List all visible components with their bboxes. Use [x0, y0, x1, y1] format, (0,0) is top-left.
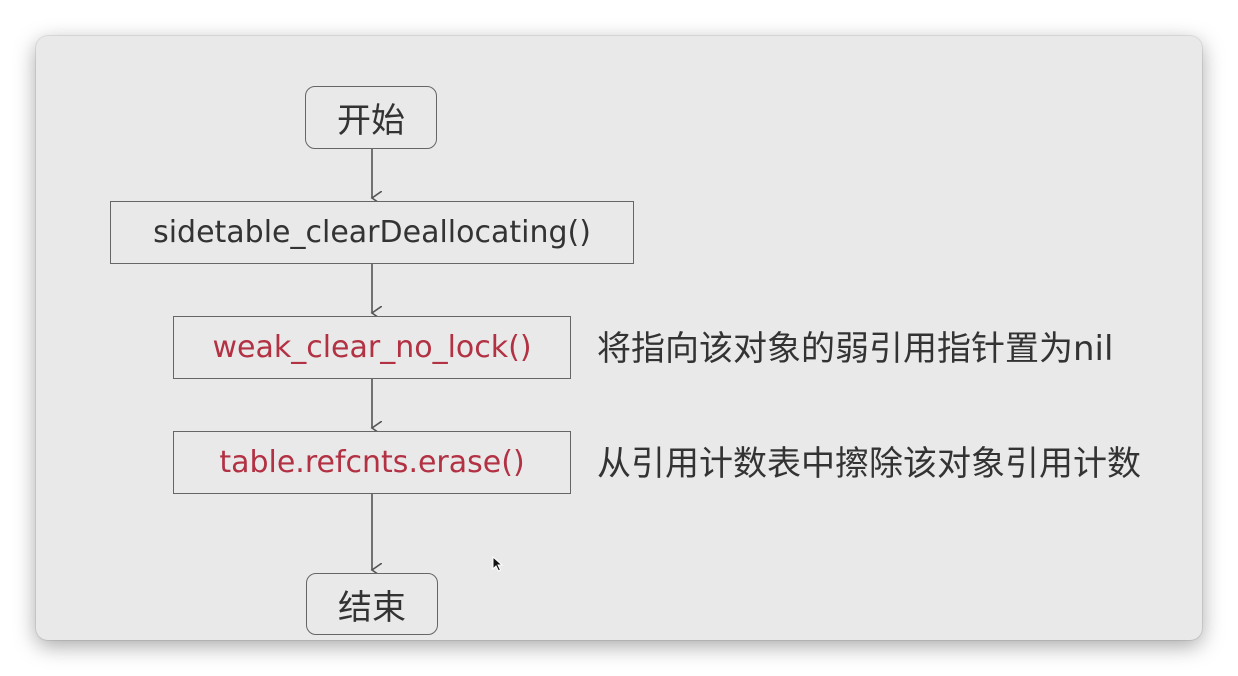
step-refcnts-erase: table.refcnts.erase(): [173, 431, 571, 494]
note-refcnts-erase: 从引用计数表中擦除该对象引用计数: [597, 444, 1141, 484]
start-node: 开始: [305, 86, 437, 149]
note-weak-clear: 将指向该对象的弱引用指针置为nil: [597, 329, 1114, 369]
end-node: 结束: [306, 573, 438, 635]
mouse-pointer-icon: [492, 556, 504, 572]
step-weak-clear-no-lock: weak_clear_no_lock(): [173, 316, 571, 379]
step-clear-deallocating: sidetable_clearDeallocating(): [110, 201, 634, 264]
